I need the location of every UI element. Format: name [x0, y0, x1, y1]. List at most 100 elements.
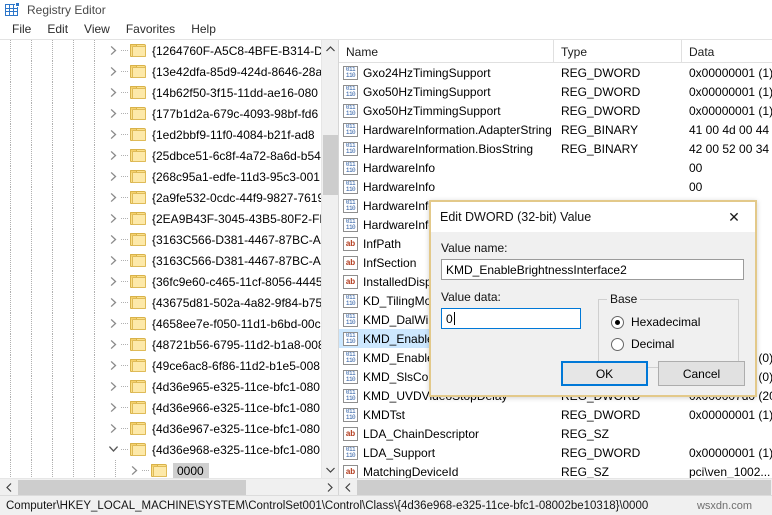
- chevron-right-icon[interactable]: [105, 355, 121, 376]
- value-name-text: HardwareInfo: [363, 161, 435, 175]
- values-hscroll-thumb[interactable]: [357, 480, 771, 495]
- scroll-left-icon[interactable]: [0, 479, 17, 495]
- tree-item[interactable]: {4658ee7e-f050-11d1-b6bd-00c: [0, 313, 338, 334]
- radio-decimal[interactable]: Decimal: [599, 333, 738, 355]
- tree-item[interactable]: {268c95a1-edfe-11d3-95c3-001: [0, 166, 338, 187]
- tree-item[interactable]: {3163C566-D381-4467-87BC-A6: [0, 250, 338, 271]
- tree-scroll-thumb[interactable]: [323, 135, 338, 195]
- value-row[interactable]: 011110Gxo50HzTimingSupportREG_DWORD0x000…: [339, 82, 772, 101]
- tree-item[interactable]: {2EA9B43F-3045-43B5-80F2-FD: [0, 208, 338, 229]
- tree-item[interactable]: 0000: [0, 460, 338, 478]
- value-data-cell: 00: [682, 158, 772, 177]
- value-row[interactable]: 011110HardwareInformation.AdapterStringR…: [339, 120, 772, 139]
- tree-item[interactable]: {13e42dfa-85d9-424d-8646-28a: [0, 61, 338, 82]
- chevron-right-icon[interactable]: [105, 82, 121, 103]
- tree-item[interactable]: {4d36e966-e325-11ce-bfc1-080: [0, 397, 338, 418]
- values-scroll-left-icon[interactable]: [339, 479, 356, 495]
- chevron-right-icon[interactable]: [105, 145, 121, 166]
- cancel-button[interactable]: Cancel: [658, 361, 745, 386]
- chevron-right-icon[interactable]: [105, 271, 121, 292]
- scroll-up-icon[interactable]: [322, 40, 339, 57]
- menu-edit[interactable]: Edit: [39, 20, 76, 38]
- radio-decimal-icon: [611, 338, 624, 351]
- chevron-right-icon[interactable]: [105, 40, 121, 61]
- tree-guide: [21, 376, 42, 397]
- chevron-right-icon[interactable]: [105, 61, 121, 82]
- chevron-right-icon[interactable]: [105, 397, 121, 418]
- folder-icon: [130, 212, 147, 226]
- chevron-right-icon[interactable]: [126, 460, 142, 478]
- chevron-right-icon[interactable]: [105, 124, 121, 145]
- value-row[interactable]: 011110LDA_SupportREG_DWORD0x00000001 (1): [339, 443, 772, 462]
- value-data-input[interactable]: 0: [441, 308, 581, 329]
- column-header-data[interactable]: Data: [682, 40, 772, 63]
- radio-hexadecimal[interactable]: Hexadecimal: [599, 311, 738, 333]
- tree-item[interactable]: {43675d81-502a-4a82-9f84-b75: [0, 292, 338, 313]
- tree-vertical-scrollbar[interactable]: [321, 40, 338, 478]
- close-icon[interactable]: ✕: [713, 203, 755, 232]
- chevron-right-icon[interactable]: [105, 166, 121, 187]
- chevron-right-icon[interactable]: [105, 292, 121, 313]
- value-row[interactable]: abMatchingDeviceIdREG_SZpci\ven_1002...: [339, 462, 772, 478]
- folder-icon: [130, 149, 147, 163]
- tree-item[interactable]: {49ce6ac8-6f86-11d2-b1e5-008: [0, 355, 338, 376]
- chevron-right-icon[interactable]: [105, 229, 121, 250]
- value-row[interactable]: 011110HardwareInformation.BiosStringREG_…: [339, 139, 772, 158]
- tree-scroll-area[interactable]: {1264760F-A5C8-4BFE-B314-D5{13e42dfa-85d…: [0, 40, 338, 478]
- chevron-down-icon[interactable]: [105, 439, 121, 460]
- dword-value-icon: 011110: [343, 313, 358, 327]
- value-row[interactable]: 011110HardwareInfo00: [339, 177, 772, 196]
- values-horizontal-scrollbar[interactable]: [339, 478, 772, 495]
- chevron-right-icon[interactable]: [105, 208, 121, 229]
- tree-item[interactable]: {4d36e968-e325-11ce-bfc1-080: [0, 439, 338, 460]
- tree-guide: [84, 250, 105, 271]
- tree-item[interactable]: {4d36e967-e325-11ce-bfc1-080: [0, 418, 338, 439]
- ok-button[interactable]: OK: [561, 361, 648, 386]
- tree-item[interactable]: {36fc9e60-c465-11cf-8056-4445: [0, 271, 338, 292]
- tree-item[interactable]: {1ed2bbf9-11f0-4084-b21f-ad8: [0, 124, 338, 145]
- tree-guide: [0, 397, 21, 418]
- value-row[interactable]: 011110Gxo24HzTimingSupportREG_DWORD0x000…: [339, 63, 772, 82]
- folder-icon: [130, 422, 147, 436]
- scroll-down-icon[interactable]: [322, 461, 339, 478]
- chevron-right-icon[interactable]: [105, 250, 121, 271]
- column-header-name[interactable]: Name: [339, 40, 554, 63]
- tree-horizontal-scrollbar[interactable]: [0, 478, 338, 495]
- folder-icon: [151, 464, 168, 478]
- tree-item[interactable]: {2a9fe532-0cdc-44f9-9827-7619: [0, 187, 338, 208]
- chevron-right-icon[interactable]: [105, 313, 121, 334]
- tree-guide: [42, 61, 63, 82]
- value-name-input[interactable]: KMD_EnableBrightnessInterface2: [441, 259, 744, 280]
- value-row[interactable]: 011110Gxo50HzTimmingSupportREG_DWORD0x00…: [339, 101, 772, 120]
- base-group-label: Base: [607, 292, 640, 306]
- menu-favorites[interactable]: Favorites: [118, 20, 183, 38]
- menu-help[interactable]: Help: [183, 20, 224, 38]
- value-row[interactable]: abLDA_ChainDescriptorREG_SZ: [339, 424, 772, 443]
- chevron-right-icon[interactable]: [105, 187, 121, 208]
- menu-file[interactable]: File: [4, 20, 39, 38]
- tree-item-label: {3163C566-D381-4467-87BC-A6: [152, 233, 331, 247]
- tree-guide: [63, 124, 84, 145]
- folder-icon: [130, 401, 147, 415]
- tree-guide: [0, 418, 21, 439]
- scroll-right-icon[interactable]: [321, 479, 338, 495]
- tree-item[interactable]: {25dbce51-6c8f-4a72-8a6d-b54: [0, 145, 338, 166]
- tree-hscroll-thumb[interactable]: [18, 480, 246, 495]
- tree-item[interactable]: {4d36e965-e325-11ce-bfc1-080: [0, 376, 338, 397]
- value-row[interactable]: 011110HardwareInfo00: [339, 158, 772, 177]
- column-header-type[interactable]: Type: [554, 40, 682, 63]
- tree-guide: [0, 271, 21, 292]
- menu-view[interactable]: View: [76, 20, 118, 38]
- chevron-right-icon[interactable]: [105, 418, 121, 439]
- chevron-right-icon[interactable]: [105, 103, 121, 124]
- tree-item[interactable]: {1264760F-A5C8-4BFE-B314-D5: [0, 40, 338, 61]
- chevron-right-icon[interactable]: [105, 376, 121, 397]
- tree-item[interactable]: {3163C566-D381-4467-87BC-A6: [0, 229, 338, 250]
- tree-item[interactable]: {177b1d2a-679c-4093-98bf-fd6: [0, 103, 338, 124]
- tree-item[interactable]: {48721b56-6795-11d2-b1a8-008: [0, 334, 338, 355]
- tree-guide: [42, 208, 63, 229]
- value-row[interactable]: 011110KMDTstREG_DWORD0x00000001 (1): [339, 405, 772, 424]
- tree-item[interactable]: {14b62f50-3f15-11dd-ae16-080: [0, 82, 338, 103]
- chevron-right-icon[interactable]: [105, 334, 121, 355]
- tree-guide: [42, 355, 63, 376]
